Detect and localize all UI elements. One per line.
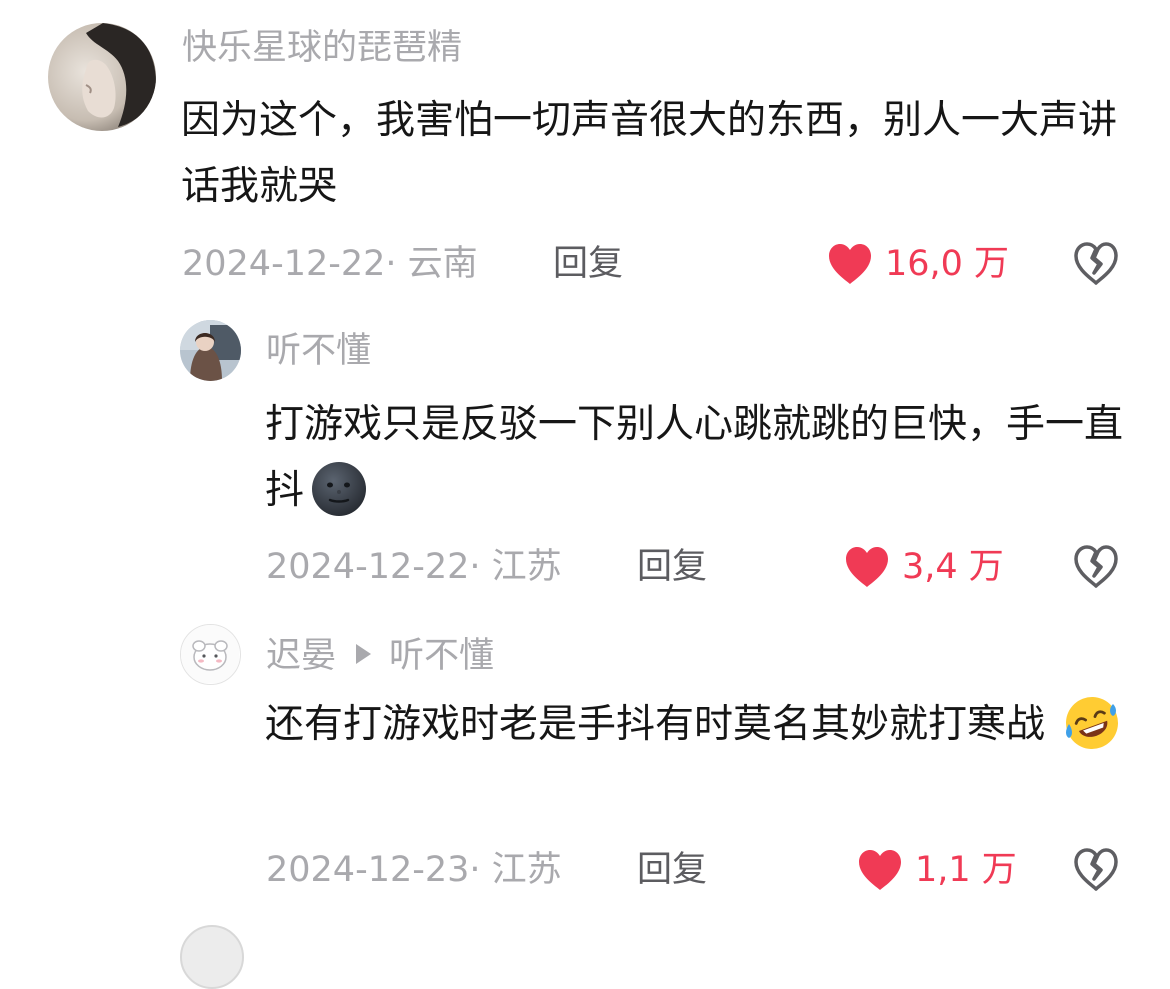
comment-date-location: 2024-12-23· 江苏 [266, 850, 562, 890]
comment-username[interactable]: 迟晏 [266, 636, 336, 676]
reply-button[interactable]: 回复 [553, 242, 623, 286]
broken-heart-icon[interactable] [1072, 543, 1120, 591]
heart-filled-icon [859, 850, 901, 890]
reply-button[interactable]: 回复 [637, 545, 707, 589]
comment-date-location: 2024-12-22· 江苏 [266, 547, 562, 587]
like-count: 1,1 万 [915, 850, 1017, 890]
comment-item: 快乐星球的琵琶精 因为这个，我害怕一切声音很大的东西，别人一大声讲话我就哭 20… [0, 0, 1170, 300]
comment-username-line: 迟晏 听不懂 [266, 634, 494, 678]
broken-heart-icon[interactable] [1072, 240, 1120, 288]
comment-text: 还有打游戏时老是手抖有时莫名其妙就打寒战 [265, 692, 1125, 758]
avatar[interactable] [180, 925, 244, 989]
avatar[interactable] [48, 23, 156, 131]
reply-arrow-icon [356, 644, 372, 664]
like-button[interactable]: 3,4 万 [844, 545, 1004, 589]
like-button[interactable]: 1,1 万 [857, 848, 1017, 892]
heart-filled-icon [846, 547, 888, 587]
avatar[interactable] [180, 624, 241, 685]
comment-item: 迟晏 听不懂 还有打游戏时老是手抖有时莫名其妙就打寒战 2024-12-23· 江… [0, 610, 1170, 920]
broken-heart-icon[interactable] [1072, 846, 1120, 894]
heart-filled-icon [829, 244, 871, 284]
comment-username[interactable]: 快乐星球的琵琶精 [182, 26, 462, 70]
comment-text: 打游戏只是反驳一下别人心跳就跳的巨快，手一直抖 [265, 392, 1125, 524]
reply-button[interactable]: 回复 [637, 848, 707, 892]
like-button[interactable]: 16,0 万 [827, 242, 1009, 286]
avatar-image [180, 320, 241, 381]
like-count: 16,0 万 [885, 244, 1010, 284]
comment-item: 听不懂 打游戏只是反驳一下别人心跳就跳的巨快，手一直抖 2024-12-22· … [0, 300, 1170, 610]
like-count: 3,4 万 [902, 547, 1004, 587]
comment-date-location: 2024-12-22· 云南 [182, 244, 478, 284]
new-moon-face-emoji [312, 461, 367, 516]
reply-to-username[interactable]: 听不懂 [389, 636, 494, 676]
avatar[interactable] [180, 320, 241, 381]
avatar-image [48, 23, 156, 131]
avatar-image [181, 625, 239, 683]
rofl-emoji [1066, 696, 1119, 749]
comment-username[interactable]: 听不懂 [266, 329, 371, 373]
comment-text: 因为这个，我害怕一切声音很大的东西，别人一大声讲话我就哭 [181, 98, 1118, 209]
